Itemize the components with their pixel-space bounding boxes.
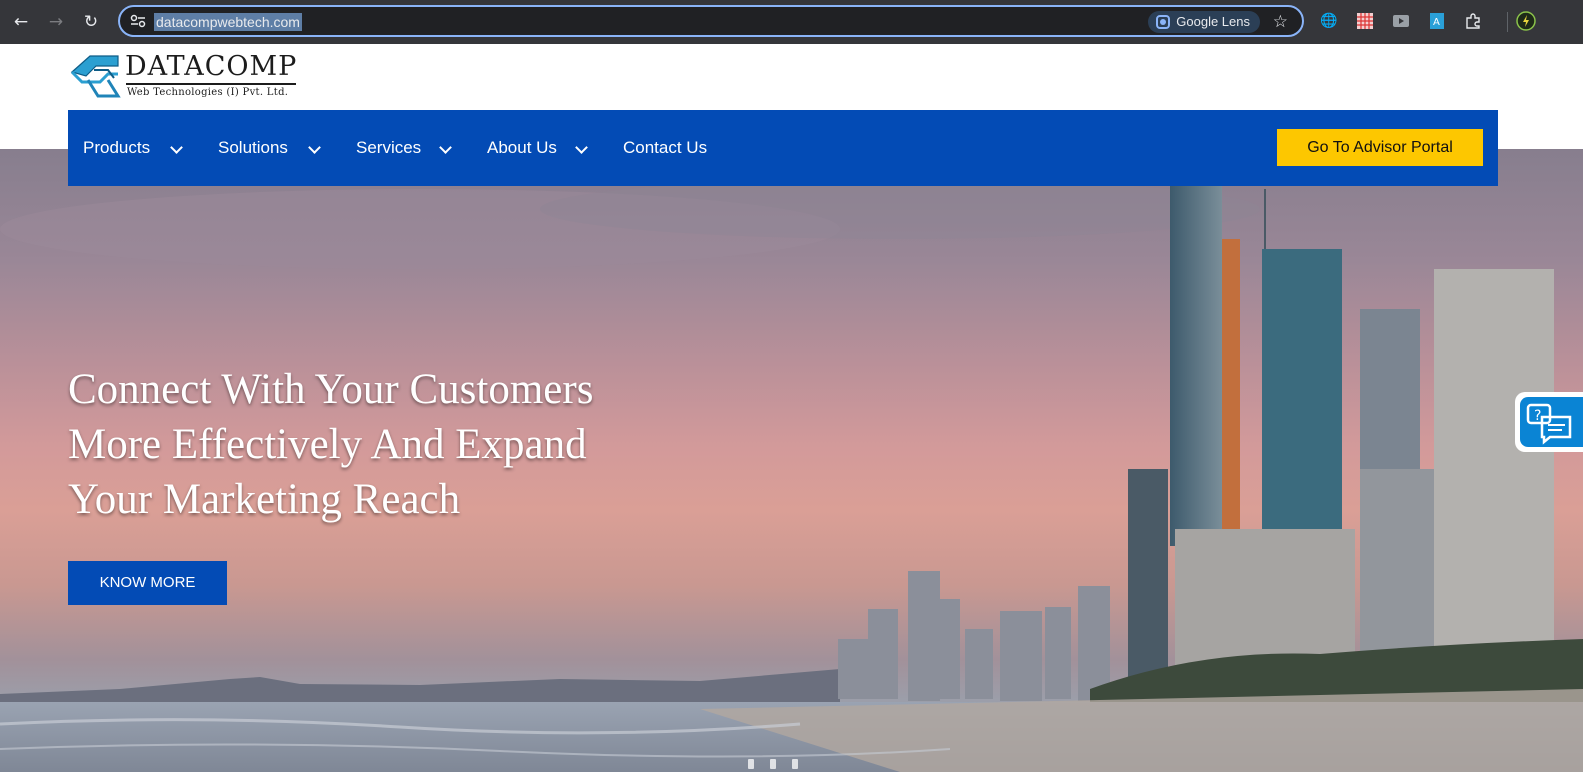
advisor-portal-button[interactable]: Go To Advisor Portal — [1277, 129, 1483, 166]
url-text[interactable]: datacompwebtech.com — [154, 13, 302, 31]
profile-avatar[interactable] — [1516, 11, 1536, 31]
datacomp-logo[interactable]: DATACOMP Web Technologies (I) Pvt. Ltd. — [68, 50, 308, 102]
slider-dot[interactable] — [792, 759, 798, 769]
headline-line: More Effectively And Expand — [68, 421, 587, 468]
lens-icon — [1156, 15, 1171, 29]
logo-subtitle: Web Technologies (I) Pvt. Ltd. — [127, 87, 289, 98]
help-chat-widget[interactable]: ? — [1515, 392, 1583, 452]
address-bar[interactable]: datacompwebtech.com Google Lens ☆ — [118, 5, 1304, 37]
chevron-down-icon[interactable] — [575, 141, 588, 154]
globe-extension-icon[interactable]: 🌐 — [1319, 11, 1339, 31]
nav-item-solutions[interactable]: Solutions — [218, 110, 288, 186]
nav-item-products[interactable]: Products — [83, 110, 150, 186]
nav-item-contact-us[interactable]: Contact Us — [623, 110, 707, 186]
chevron-down-icon[interactable] — [308, 141, 321, 154]
logo-name: DATACOMP — [125, 51, 298, 82]
hero-headline: Connect With Your Customers More Effecti… — [68, 362, 708, 527]
google-lens-button[interactable]: Google Lens — [1148, 11, 1260, 33]
slider-dot[interactable] — [770, 759, 776, 769]
translate-extension-icon[interactable]: A — [1427, 11, 1447, 31]
video-extension-icon[interactable] — [1391, 11, 1411, 31]
svg-text:A: A — [1433, 17, 1440, 28]
forward-arrow-icon[interactable]: → — [43, 9, 69, 35]
extensions-puzzle-icon[interactable] — [1463, 11, 1483, 31]
browser-toolbar: ← → ↻ datacompwebtech.com Google Lens ☆ … — [0, 0, 1583, 44]
know-more-button[interactable]: KNOW MORE — [68, 561, 227, 605]
headline-line: Connect With Your Customers — [68, 366, 594, 413]
chevron-down-icon[interactable] — [170, 141, 183, 154]
nav-item-about-us[interactable]: About Us — [487, 110, 557, 186]
slider-pagination — [748, 756, 814, 774]
slider-dot[interactable] — [748, 759, 754, 769]
headline-line: Your Marketing Reach — [68, 476, 461, 523]
main-navigation: Products Solutions Services About Us Con… — [68, 110, 1498, 186]
toolbar-divider — [1507, 12, 1508, 32]
site-info-icon[interactable] — [130, 14, 146, 28]
back-arrow-icon[interactable]: ← — [8, 9, 34, 35]
grid-extension-icon[interactable] — [1355, 11, 1375, 31]
chat-question-icon: ? — [1526, 403, 1572, 445]
svg-text:?: ? — [1534, 408, 1541, 424]
reload-icon[interactable]: ↻ — [78, 9, 104, 35]
nav-item-services[interactable]: Services — [356, 110, 421, 186]
logo-divider — [126, 83, 296, 85]
chevron-down-icon[interactable] — [439, 141, 452, 154]
bookmark-star-icon[interactable]: ☆ — [1273, 11, 1288, 33]
google-lens-label: Google Lens — [1176, 14, 1250, 29]
datacomp-logo-mark-icon — [70, 55, 121, 98]
